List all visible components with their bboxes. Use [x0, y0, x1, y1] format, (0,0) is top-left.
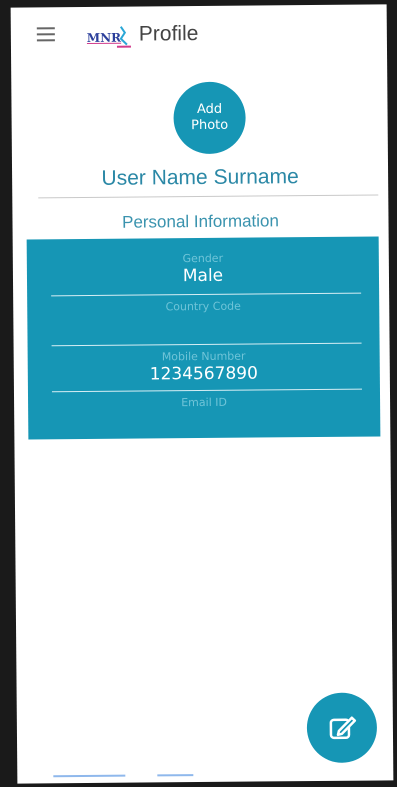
gender-field[interactable]: Gender Male	[27, 250, 379, 287]
nav-indicator	[53, 774, 126, 778]
nav-indicator	[157, 774, 194, 777]
field-divider	[51, 292, 362, 297]
add-photo-label-line1: Add	[196, 101, 223, 118]
add-photo-button[interactable]: Add Photo	[173, 81, 246, 155]
field-label: Country Code	[165, 299, 241, 314]
user-name: User Name Surname	[101, 165, 299, 190]
mobile-number-field[interactable]: Mobile Number 1234567890	[28, 348, 380, 385]
add-photo-label-line2: Photo	[191, 117, 229, 134]
country-code-field[interactable]: Country Code	[27, 298, 379, 315]
phone-screen: MNR Profile Add Photo User Name Surname …	[10, 4, 394, 784]
edit-profile-button[interactable]	[306, 692, 378, 764]
field-divider	[51, 388, 362, 393]
personal-info-card: Gender Male Country Code Mobile Number 1…	[26, 236, 381, 440]
logo-text: MNR	[86, 30, 122, 45]
divider	[38, 194, 379, 199]
hamburger-icon[interactable]	[36, 27, 55, 42]
email-field[interactable]: Email ID	[28, 394, 380, 411]
page-title: Profile	[138, 22, 199, 46]
field-divider	[51, 342, 362, 347]
app-logo: MNR	[87, 23, 133, 51]
edit-icon	[329, 716, 357, 740]
field-label: Email ID	[181, 395, 227, 410]
section-title: Personal Information	[121, 211, 280, 232]
app-bar: MNR Profile	[11, 4, 387, 57]
field-value: 1234567890	[149, 363, 258, 385]
field-value: Male	[182, 265, 224, 287]
